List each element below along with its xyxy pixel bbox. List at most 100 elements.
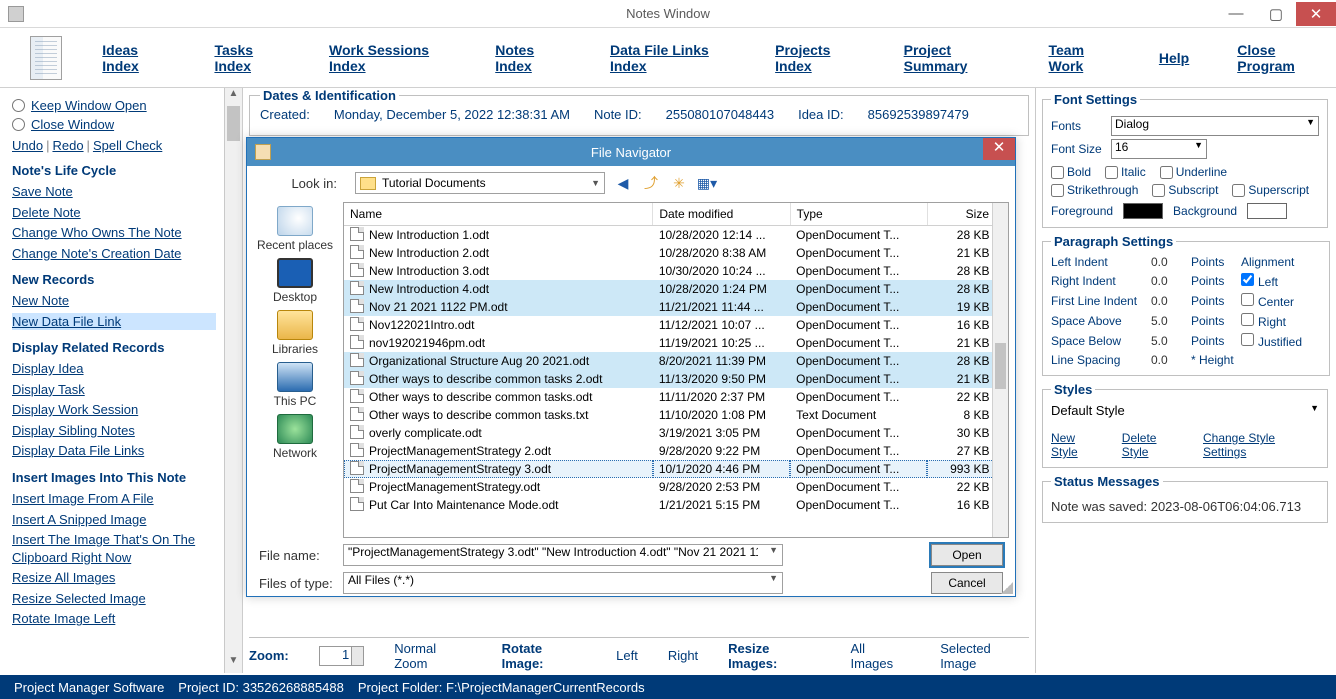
- menu-data-file-links-index[interactable]: Data File Links Index: [610, 42, 727, 74]
- place-recent[interactable]: Recent places: [257, 206, 333, 252]
- save-note-link[interactable]: Save Note: [12, 183, 216, 201]
- file-row[interactable]: New Introduction 1.odt10/28/2020 12:14 .…: [344, 226, 1008, 245]
- italic-checkbox[interactable]: Italic: [1105, 165, 1146, 179]
- dialog-resize-grip[interactable]: [1001, 582, 1013, 594]
- menu-help[interactable]: Help: [1159, 50, 1189, 66]
- resize-selected-link[interactable]: Selected Image: [940, 641, 1029, 671]
- view-menu-icon[interactable]: ▦▾: [697, 173, 717, 193]
- insert-snipped-image-link[interactable]: Insert A Snipped Image: [12, 511, 216, 529]
- file-row[interactable]: New Introduction 3.odt10/30/2020 10:24 .…: [344, 262, 1008, 280]
- rotate-image-left-link[interactable]: Rotate Image Left: [12, 610, 216, 628]
- foreground-swatch[interactable]: [1123, 203, 1163, 219]
- rotate-left-link[interactable]: Left: [616, 648, 638, 663]
- change-owner-link[interactable]: Change Who Owns The Note: [12, 224, 216, 242]
- file-row[interactable]: Nov122021Intro.odt11/12/2021 10:07 ...Op…: [344, 316, 1008, 334]
- fonts-combo[interactable]: Dialog▼: [1111, 116, 1319, 136]
- file-row[interactable]: ProjectManagementStrategy.odt9/28/2020 2…: [344, 478, 1008, 496]
- insert-image-file-link[interactable]: Insert Image From A File: [12, 490, 216, 508]
- place-desktop[interactable]: Desktop: [273, 258, 317, 304]
- change-style-settings-link[interactable]: Change Style Settings: [1203, 431, 1319, 459]
- menu-close-program[interactable]: Close Program: [1237, 42, 1321, 74]
- display-sibling-notes-link[interactable]: Display Sibling Notes: [12, 422, 216, 440]
- zoom-spinner[interactable]: 1: [319, 646, 364, 666]
- back-icon[interactable]: ◀: [613, 173, 633, 193]
- display-data-file-links-link[interactable]: Display Data File Links: [12, 442, 216, 460]
- file-row[interactable]: Other ways to describe common tasks 2.od…: [344, 370, 1008, 388]
- change-creation-date-link[interactable]: Change Note's Creation Date: [12, 245, 216, 263]
- file-row[interactable]: nov192021946pm.odt11/19/2021 10:25 ...Op…: [344, 334, 1008, 352]
- col-name[interactable]: Name: [344, 203, 653, 226]
- new-style-link[interactable]: New Style: [1051, 431, 1104, 459]
- delete-style-link[interactable]: Delete Style: [1122, 431, 1185, 459]
- place-this-pc[interactable]: This PC: [274, 362, 317, 408]
- file-row[interactable]: Nov 21 2021 1122 PM.odt11/21/2021 11:44 …: [344, 298, 1008, 316]
- display-idea-link[interactable]: Display Idea: [12, 360, 216, 378]
- font-size-combo[interactable]: 16▼: [1111, 139, 1207, 159]
- menu-ideas-index[interactable]: Ideas Index: [102, 42, 166, 74]
- align-center-checkbox[interactable]: [1241, 293, 1254, 306]
- cancel-button[interactable]: Cancel: [931, 572, 1003, 594]
- display-task-link[interactable]: Display Task: [12, 381, 216, 399]
- new-data-file-link[interactable]: New Data File Link: [12, 313, 216, 331]
- background-swatch[interactable]: [1247, 203, 1287, 219]
- align-left-checkbox[interactable]: [1241, 273, 1254, 286]
- look-in-combo[interactable]: Tutorial Documents ▼: [355, 172, 605, 194]
- place-network[interactable]: Network: [273, 414, 317, 460]
- menu-notes-index[interactable]: Notes Index: [495, 42, 562, 74]
- resize-all-link[interactable]: All Images: [851, 641, 911, 671]
- place-libraries[interactable]: Libraries: [272, 310, 318, 356]
- normal-zoom-link[interactable]: Normal Zoom: [394, 641, 471, 671]
- display-work-session-link[interactable]: Display Work Session: [12, 401, 216, 419]
- file-row[interactable]: ProjectManagementStrategy 2.odt9/28/2020…: [344, 442, 1008, 460]
- open-button[interactable]: Open: [931, 544, 1003, 566]
- resize-selected-image-link[interactable]: Resize Selected Image: [12, 590, 216, 608]
- file-row[interactable]: Other ways to describe common tasks.txt1…: [344, 406, 1008, 424]
- files-of-type-combo[interactable]: All Files (*.*)▼: [343, 572, 783, 594]
- up-one-level-icon[interactable]: ⤴: [641, 173, 661, 193]
- undo-link[interactable]: Undo: [12, 138, 43, 153]
- align-right-checkbox[interactable]: [1241, 313, 1254, 326]
- dialog-titlebar[interactable]: File Navigator ✕: [247, 138, 1015, 166]
- minimize-button[interactable]: —: [1216, 2, 1256, 26]
- col-date[interactable]: Date modified: [653, 203, 790, 226]
- delete-note-link[interactable]: Delete Note: [12, 204, 216, 222]
- strikethrough-checkbox[interactable]: Strikethrough: [1051, 183, 1138, 197]
- menu-team-work[interactable]: Team Work: [1049, 42, 1111, 74]
- file-name-combo[interactable]: "ProjectManagementStrategy 3.odt" "New I…: [343, 544, 783, 566]
- resize-all-images-link[interactable]: Resize All Images: [12, 569, 216, 587]
- subscript-checkbox[interactable]: Subscript: [1152, 183, 1218, 197]
- superscript-checkbox[interactable]: Superscript: [1232, 183, 1309, 197]
- menu-projects-index[interactable]: Projects Index: [775, 42, 856, 74]
- underline-checkbox[interactable]: Underline: [1160, 165, 1227, 179]
- bold-checkbox[interactable]: Bold: [1051, 165, 1091, 179]
- maximize-button[interactable]: ▢: [1256, 2, 1296, 26]
- file-list-scrollbar[interactable]: [992, 203, 1008, 537]
- file-row[interactable]: ProjectManagementStrategy 3.odt10/1/2020…: [344, 460, 1008, 478]
- redo-link[interactable]: Redo: [52, 138, 83, 153]
- menu-tasks-index[interactable]: Tasks Index: [214, 42, 281, 74]
- file-row[interactable]: overly complicate.odt3/19/2021 3:05 PMOp…: [344, 424, 1008, 442]
- col-type[interactable]: Type: [790, 203, 927, 226]
- menu-project-summary[interactable]: Project Summary: [904, 42, 1001, 74]
- file-list[interactable]: Name Date modified Type Size New Introdu…: [343, 202, 1009, 538]
- keep-window-open-label[interactable]: Keep Window Open: [31, 98, 147, 113]
- new-folder-icon[interactable]: ✳: [669, 173, 689, 193]
- rotate-right-link[interactable]: Right: [668, 648, 698, 663]
- keep-window-open-radio[interactable]: [12, 99, 25, 112]
- styles-combo[interactable]: Default Style▼: [1051, 403, 1319, 425]
- file-row[interactable]: New Introduction 2.odt10/28/2020 8:38 AM…: [344, 244, 1008, 262]
- insert-clipboard-image-link[interactable]: Insert The Image That's On The Clipboard…: [12, 531, 216, 566]
- dialog-close-button[interactable]: ✕: [983, 138, 1015, 160]
- menu-work-sessions-index[interactable]: Work Sessions Index: [329, 42, 447, 74]
- spell-check-link[interactable]: Spell Check: [93, 138, 162, 153]
- file-row[interactable]: Other ways to describe common tasks.odt1…: [344, 388, 1008, 406]
- close-window-radio[interactable]: [12, 118, 25, 131]
- center-scrollbar[interactable]: ▲▼: [225, 88, 243, 673]
- file-row[interactable]: New Introduction 4.odt10/28/2020 1:24 PM…: [344, 280, 1008, 298]
- align-justified-checkbox[interactable]: [1241, 333, 1254, 346]
- close-window-label[interactable]: Close Window: [31, 117, 114, 132]
- file-row[interactable]: Put Car Into Maintenance Mode.odt1/21/20…: [344, 496, 1008, 514]
- new-note-link[interactable]: New Note: [12, 292, 216, 310]
- file-row[interactable]: Organizational Structure Aug 20 2021.odt…: [344, 352, 1008, 370]
- close-button[interactable]: ✕: [1296, 2, 1336, 26]
